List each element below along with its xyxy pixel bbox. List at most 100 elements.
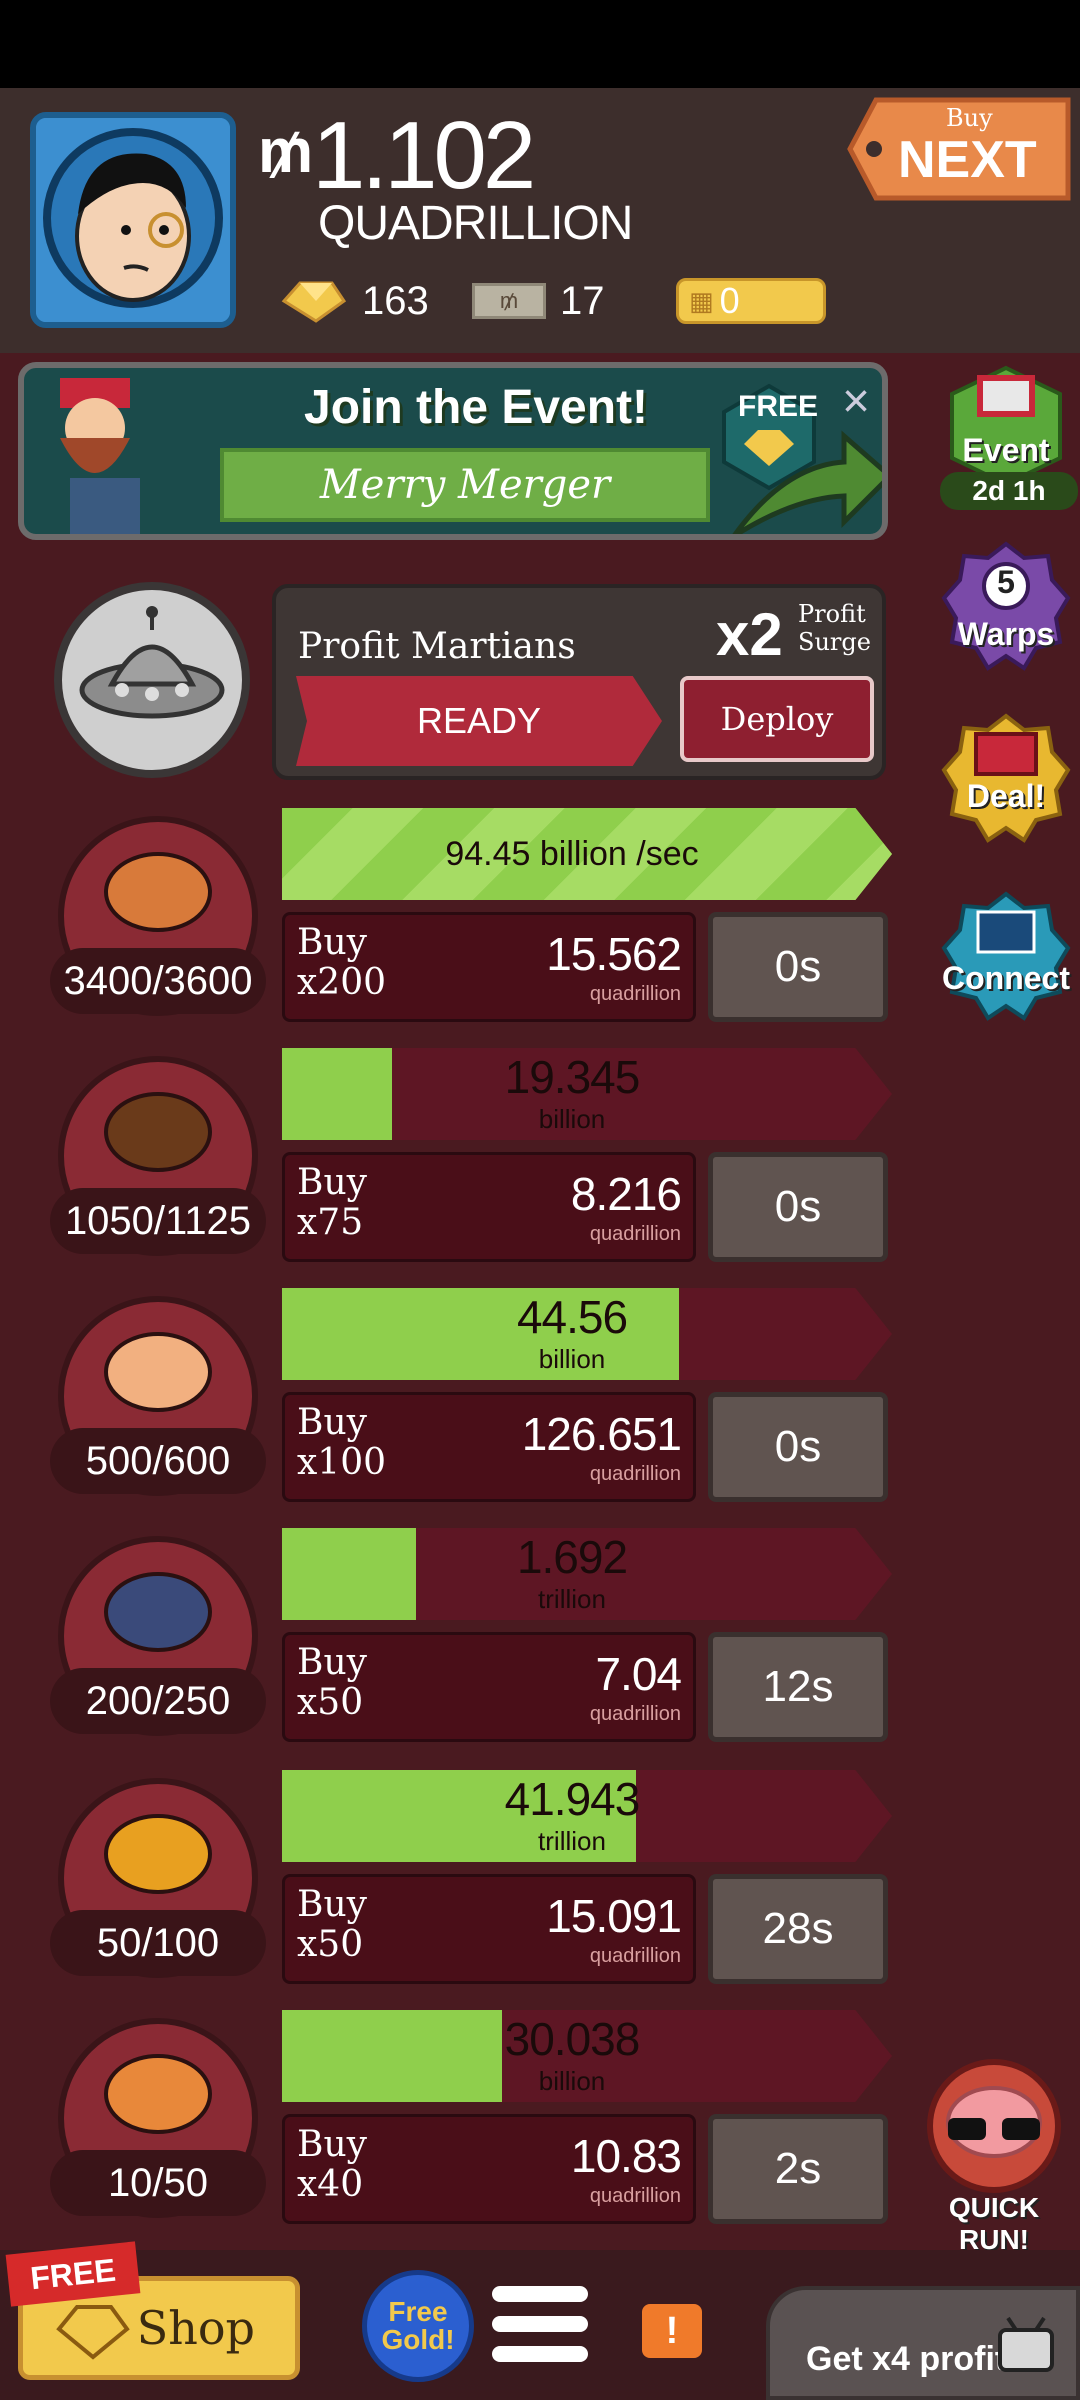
sun-coin-icon xyxy=(104,1814,212,1894)
quick-run-label: QUICK RUN! xyxy=(948,2192,1040,2255)
money-unit: QUADRILLION xyxy=(318,197,633,250)
menu-icon[interactable] xyxy=(492,2286,588,2376)
business-row: 500/600 44.56 billion Buy x100 126.651 quadril… xyxy=(0,1288,900,1528)
connect-side-button[interactable]: Connect xyxy=(940,890,1072,1022)
buy-next-small: Buy xyxy=(946,104,993,132)
business-progress-bar[interactable]: 30.038 billion xyxy=(282,2010,892,2102)
business-progress-bar[interactable]: 44.56 billion xyxy=(282,1288,892,1380)
smiling-man-icon xyxy=(104,1332,212,1412)
buy-quantity: x75 xyxy=(297,1202,364,1243)
buy-cost-unit: quadrillion xyxy=(589,1223,681,1245)
business-progress-bar[interactable]: 19.345 billion xyxy=(282,1048,892,1140)
business-count: 500/600 xyxy=(50,1428,266,1494)
profit-value: 41.943 xyxy=(504,1773,641,1825)
buy-label: Buy x40 xyxy=(297,2125,367,2205)
ready-button[interactable]: READY xyxy=(296,676,662,766)
connect-label: Connect xyxy=(942,960,1070,996)
buy-button[interactable]: Buy x50 15.091 quadrillion xyxy=(282,1874,696,1984)
buy-quantity: x100 xyxy=(297,1442,387,1483)
business-row: 10/50 30.038 billion Buy x40 10.83 quadrillion… xyxy=(0,2010,900,2250)
profit-rate: 94.45 billion /sec xyxy=(445,834,699,873)
buy-button[interactable]: Buy x50 7.04 quadrillion xyxy=(282,1632,696,1742)
x4-profit-button[interactable]: Get x4 profit! xyxy=(766,2286,1080,2400)
event-close-button[interactable]: × xyxy=(842,374,870,429)
buy-cost: 126.651 xyxy=(521,1408,682,1460)
profit-value: 30.038 xyxy=(504,2013,641,2065)
buy-button[interactable]: Buy x100 126.651 quadrillion xyxy=(282,1392,696,1502)
player-avatar[interactable] xyxy=(30,112,236,328)
buy-button[interactable]: Buy x75 8.216 quadrillion xyxy=(282,1152,696,1262)
manager-surge-label: Profit Surge xyxy=(798,600,871,656)
event-banner[interactable]: Join the Event! Merry Merger FREE × xyxy=(18,362,888,540)
business-timer: 0s xyxy=(708,1152,888,1262)
business-timer: 12s xyxy=(708,1632,888,1742)
time-ticket-counter[interactable]: ▦ 0 xyxy=(676,276,826,326)
chocolate-bar-icon xyxy=(104,1092,212,1172)
mega-ticket-count: 17 xyxy=(560,278,605,323)
event-timer: 2d 1h xyxy=(940,472,1078,510)
business-row: 50/100 41.943 trillion Buy x50 15.091 quadrill… xyxy=(0,1770,900,2010)
business-count: 10/50 xyxy=(50,2150,266,2216)
astronaut-portrait-icon xyxy=(36,118,230,322)
free-gold-line-1: Free xyxy=(388,2296,448,2327)
event-title: Join the Event! xyxy=(304,381,649,434)
free-gold-button[interactable]: Free Gold! xyxy=(362,2270,474,2382)
business-count: 1050/1125 xyxy=(50,1188,266,1254)
warps-count: 5 xyxy=(997,564,1015,600)
tv-icon xyxy=(998,2316,1054,2372)
buy-label: Buy x200 xyxy=(297,923,386,1003)
buy-label: Buy x50 xyxy=(297,1885,367,1965)
deal-side-button[interactable]: Deal! xyxy=(940,712,1072,844)
gold-counter[interactable]: 163 xyxy=(278,276,429,326)
business-progress-bar[interactable]: 41.943 trillion xyxy=(282,1770,892,1862)
buy-word: Buy xyxy=(297,922,367,963)
arrow-right-icon xyxy=(732,430,882,534)
manager-ufo[interactable] xyxy=(54,582,250,778)
quick-run-button[interactable]: QUICK RUN! xyxy=(914,2056,1074,2255)
profit-unit: billion xyxy=(538,2066,606,2096)
buy-button[interactable]: Buy x200 15.562 quadrillion xyxy=(282,912,696,1022)
buy-next-button[interactable]: Buy NEXT xyxy=(846,94,1074,204)
deploy-button[interactable]: Deploy xyxy=(680,676,874,762)
money-value: 1.102 xyxy=(312,102,536,209)
profit-value: 1.692 xyxy=(516,1531,628,1583)
buy-next-label: NEXT xyxy=(898,131,1037,189)
buy-word: Buy xyxy=(297,1402,367,1443)
buy-cost-unit: quadrillion xyxy=(589,1945,681,1967)
business-count: 200/250 xyxy=(50,1668,266,1734)
money-symbol: ₥ xyxy=(258,117,314,186)
business-count: 50/100 xyxy=(50,1910,266,1976)
warps-side-button[interactable]: 5 Warps xyxy=(940,540,1072,672)
mega-ticket-counter[interactable]: ₥ 17 xyxy=(472,276,605,326)
buy-label: Buy x50 xyxy=(297,1643,367,1723)
rocks-icon xyxy=(104,852,212,932)
buy-label: Buy x100 xyxy=(297,1403,386,1483)
buy-cost-unit: quadrillion xyxy=(589,1463,681,1485)
ladybug-pod-icon xyxy=(104,1572,212,1652)
buy-cost-unit: quadrillion xyxy=(589,2185,681,2207)
surge-line-2: Surge xyxy=(798,628,871,656)
gold-gem-icon xyxy=(56,2305,130,2360)
gold-gem-icon xyxy=(281,281,347,323)
deal-label: Deal! xyxy=(966,778,1046,814)
business-timer: 2s xyxy=(708,2114,888,2224)
buy-cost: 10.83 xyxy=(570,2130,682,2182)
status-bar xyxy=(0,0,1080,88)
alert-icon[interactable]: ! xyxy=(642,2304,702,2358)
buy-cost: 8.216 xyxy=(570,1168,682,1220)
profit-unit: trillion xyxy=(538,1826,606,1856)
ticket-icon: ▦ xyxy=(689,285,714,316)
profit-value: 19.345 xyxy=(504,1051,641,1103)
business-progress-bar[interactable]: 94.45 billion /sec xyxy=(282,808,892,900)
buy-button[interactable]: Buy x40 10.83 quadrillion xyxy=(282,2114,696,2224)
time-ticket-pill: ▦ 0 xyxy=(676,278,826,324)
manager-panel: Profit Martians x2 Profit Surge READY De… xyxy=(272,584,886,780)
business-progress-bar[interactable]: 1.692 trillion xyxy=(282,1528,892,1620)
event-side-button[interactable]: Event 2d 1h xyxy=(940,364,1078,510)
warps-label: Warps xyxy=(957,616,1055,652)
x4-profit-label: Get x4 profit! xyxy=(806,2340,1018,2378)
connect-cards-icon xyxy=(941,891,1071,1021)
shop-label: Shop xyxy=(136,2301,255,2355)
ufo-icon xyxy=(79,606,225,719)
business-timer: 0s xyxy=(708,912,888,1022)
